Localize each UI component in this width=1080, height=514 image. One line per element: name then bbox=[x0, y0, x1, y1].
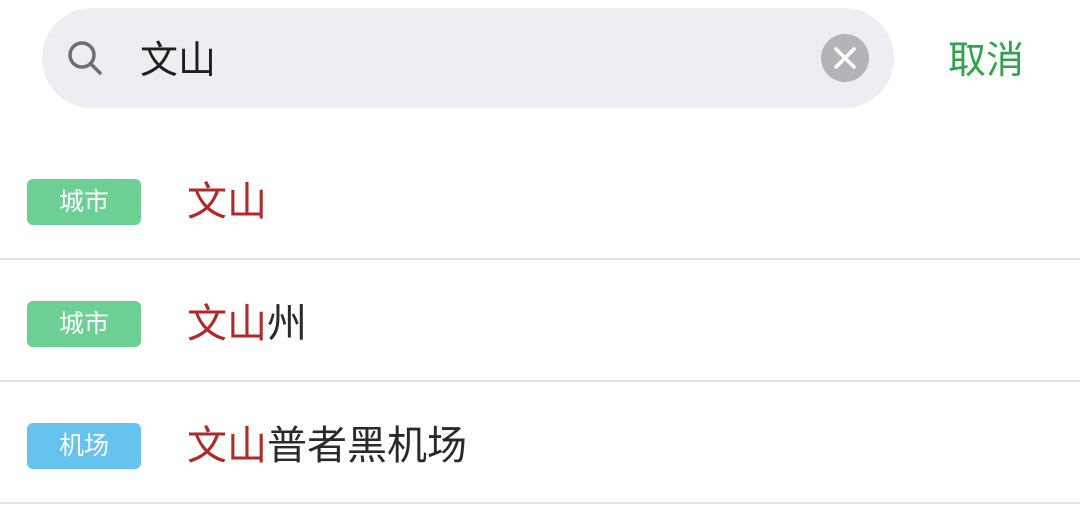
result-name-match: 文山 bbox=[187, 179, 267, 225]
search-icon bbox=[66, 39, 104, 77]
result-name: 文山普者黑机场 bbox=[187, 418, 467, 474]
search-screen: 文山 取消 城市 文山 城市 文山州 机场 文山普者黑机场 bbox=[0, 0, 1080, 514]
result-item-2[interactable]: 机场 文山普者黑机场 bbox=[0, 382, 1080, 504]
result-item-0[interactable]: 城市 文山 bbox=[0, 138, 1080, 260]
result-name: 文山州 bbox=[187, 296, 307, 352]
clear-button[interactable] bbox=[821, 34, 869, 82]
category-tag: 机场 bbox=[27, 423, 141, 469]
row-divider bbox=[0, 502, 1080, 504]
clear-icon bbox=[834, 47, 856, 69]
result-item-1[interactable]: 城市 文山州 bbox=[0, 260, 1080, 382]
result-name-match: 文山 bbox=[187, 423, 267, 469]
category-tag: 城市 bbox=[27, 301, 141, 347]
category-tag: 城市 bbox=[27, 179, 141, 225]
cancel-button[interactable]: 取消 bbox=[948, 34, 1024, 86]
result-name-rest: 州 bbox=[267, 301, 307, 347]
result-name: 文山 bbox=[187, 174, 267, 230]
result-name-match: 文山 bbox=[187, 301, 267, 347]
result-name-rest: 普者黑机场 bbox=[267, 423, 467, 469]
search-input[interactable]: 文山 bbox=[140, 34, 216, 86]
